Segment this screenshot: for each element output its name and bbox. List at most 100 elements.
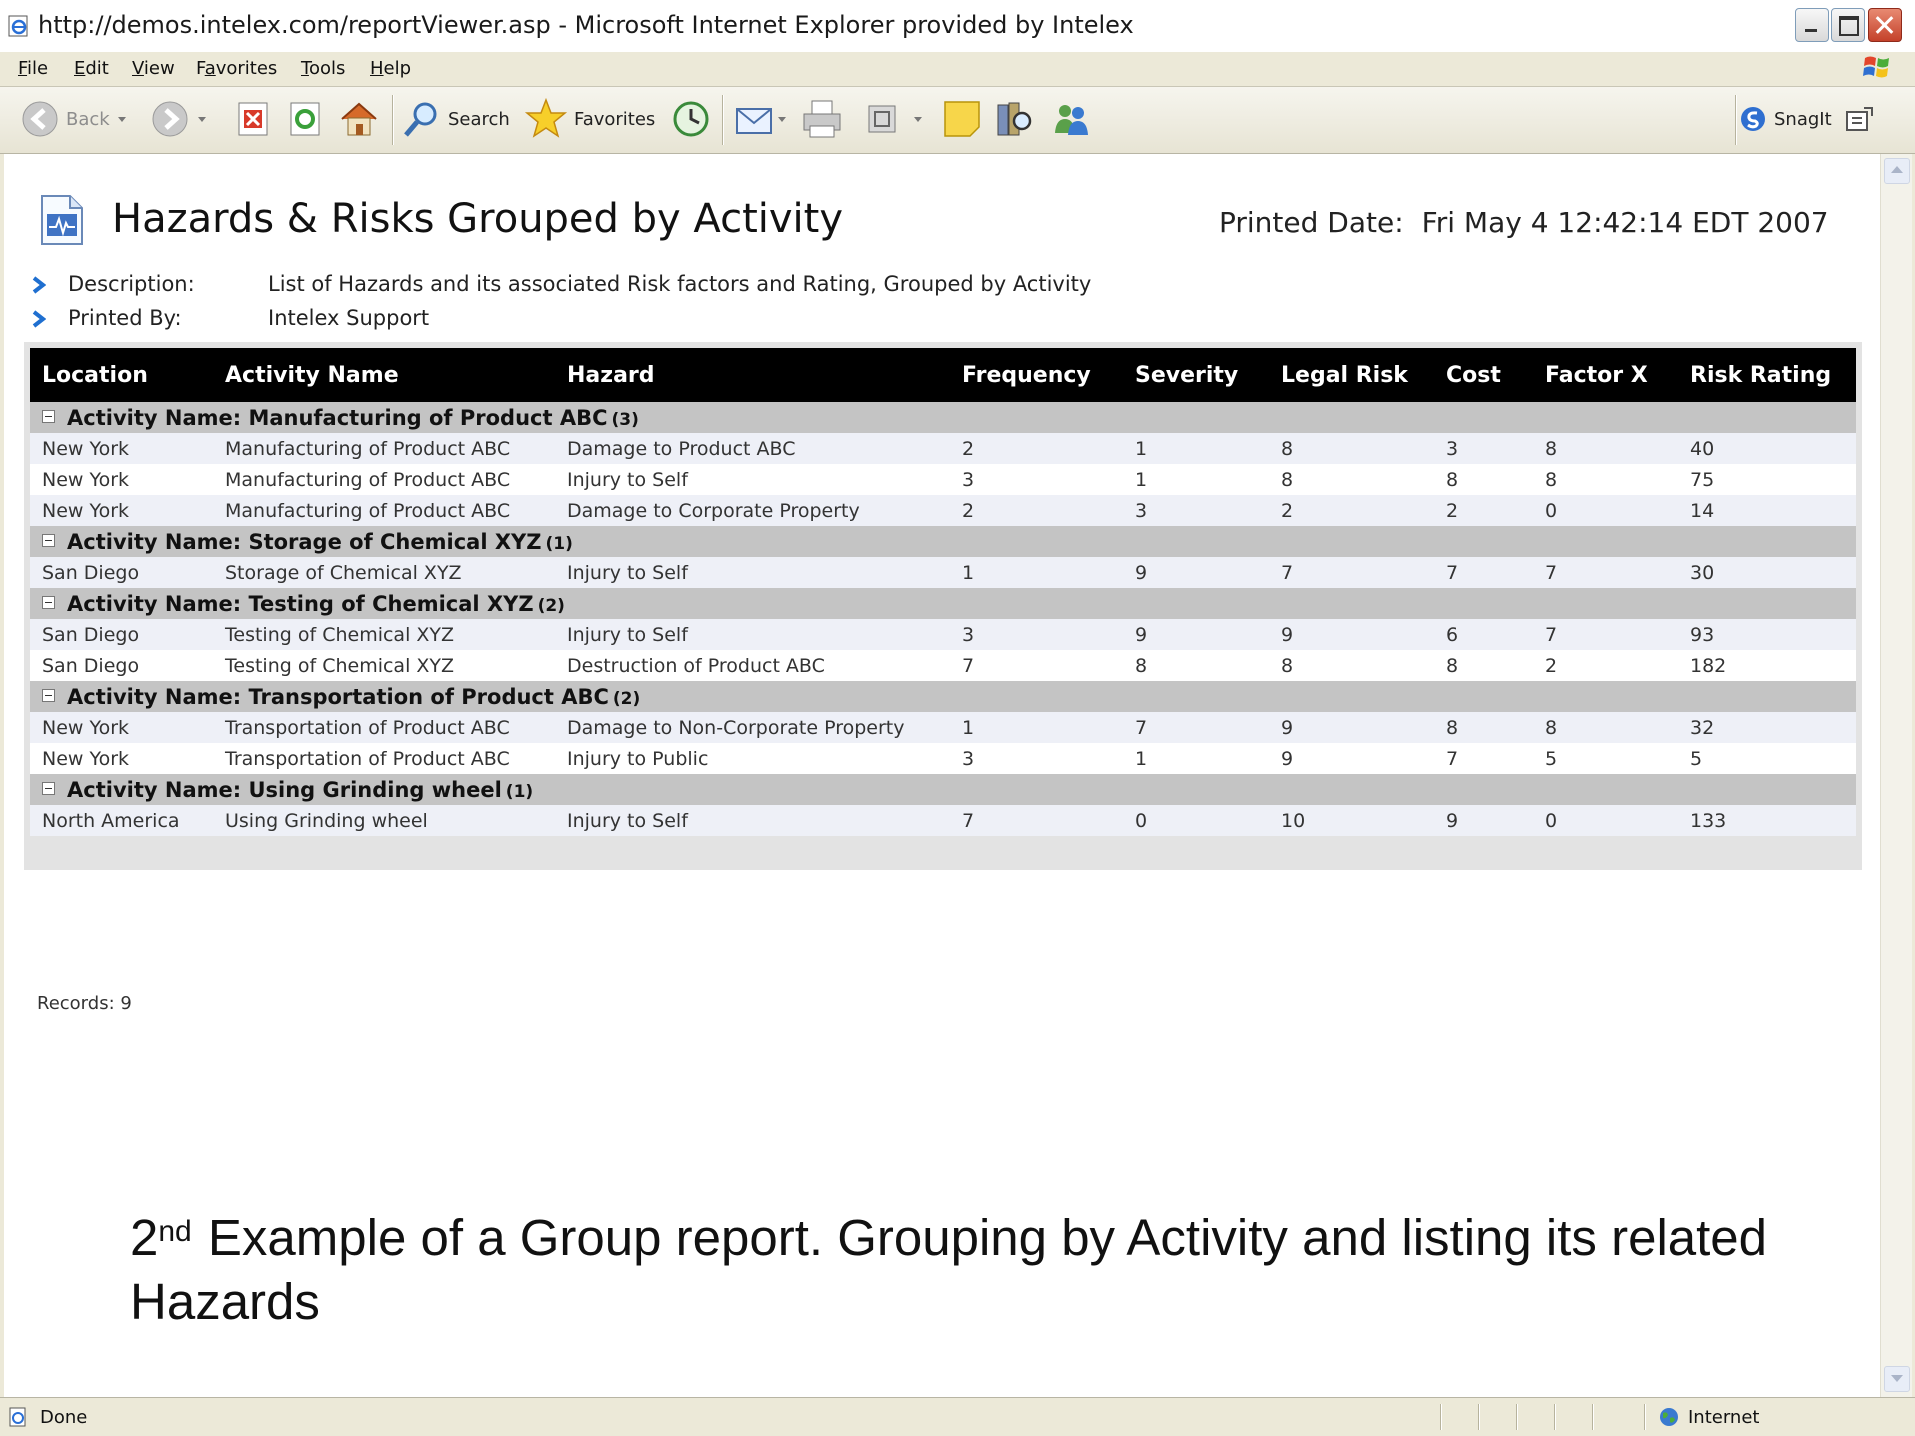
group-label: Activity Name: Testing of Chemical XYZ — [67, 591, 534, 616]
table-cell: 6 — [1434, 619, 1533, 650]
sticky-note-icon — [944, 101, 980, 137]
collapse-toggle-icon[interactable] — [42, 689, 55, 702]
maximize-button[interactable] — [1831, 8, 1865, 42]
table-row: San Diego Testing of Chemical XYZ Destruct… — [30, 650, 1856, 681]
menu-tools[interactable]: Tools — [301, 58, 345, 79]
table-cell: 75 — [1678, 464, 1856, 495]
table-cell: 1 — [950, 712, 1123, 743]
description-label: Description: — [68, 272, 195, 296]
status-divider — [1440, 1404, 1441, 1430]
column-header[interactable]: Activity Name — [213, 348, 555, 402]
table-cell: Damage to Non-Corporate Property — [555, 712, 950, 743]
search-button[interactable]: Search — [402, 97, 510, 141]
refresh-button[interactable] — [288, 97, 322, 141]
printed-date-value: Fri May 4 12:42:14 EDT 2007 — [1421, 206, 1829, 239]
table-cell: Destruction of Product ABC — [555, 650, 950, 681]
search-icon — [404, 102, 437, 137]
table-cell: Injury to Public — [555, 743, 950, 774]
caption-number: 2 — [130, 1209, 159, 1266]
table-cell: 9 — [1123, 619, 1269, 650]
collapse-toggle-icon[interactable] — [42, 410, 55, 423]
chevron-down-icon — [914, 116, 922, 122]
research-button[interactable] — [994, 97, 1034, 141]
status-divider — [1554, 1404, 1555, 1430]
menu-file[interactable]: File — [18, 58, 48, 79]
minimize-button[interactable] — [1795, 8, 1829, 42]
scroll-down-arrow[interactable] — [1884, 1366, 1910, 1392]
history-button[interactable] — [670, 97, 712, 141]
stop-button[interactable] — [236, 97, 270, 141]
scroll-up-arrow[interactable] — [1884, 158, 1910, 184]
star-icon — [524, 97, 568, 138]
table-cell: New York — [30, 743, 213, 774]
table-cell: 8 — [1269, 464, 1434, 495]
page-content: Hazards & Risks Grouped by Activity Prin… — [4, 154, 1880, 1397]
menu-favorites[interactable]: Favorites — [196, 58, 277, 79]
table-cell: New York — [30, 495, 213, 526]
column-header[interactable]: Risk Rating — [1678, 348, 1856, 402]
table-cell: 8 — [1533, 464, 1678, 495]
snagit-button[interactable]: SnagIt — [1738, 97, 1832, 141]
collapse-toggle-icon[interactable] — [42, 534, 55, 547]
caption-text: Example of a Group report. Grouping by A… — [130, 1209, 1768, 1330]
mail-button[interactable] — [734, 97, 786, 141]
report-icon — [41, 195, 83, 245]
notes-button[interactable] — [942, 97, 982, 141]
menu-edit[interactable]: Edit — [74, 58, 109, 79]
table-cell: North America — [30, 805, 213, 836]
column-header[interactable]: Severity — [1123, 348, 1269, 402]
collapse-toggle-icon[interactable] — [42, 782, 55, 795]
column-header[interactable]: Location — [30, 348, 213, 402]
toolbar-separator — [722, 95, 723, 145]
column-header[interactable]: Cost — [1434, 348, 1533, 402]
group-header: Activity Name: Using Grinding wheel (1) — [30, 774, 1856, 805]
close-button[interactable] — [1868, 8, 1902, 42]
table-cell: San Diego — [30, 650, 213, 681]
menu-help[interactable]: Help — [370, 58, 411, 79]
table-cell: 8 — [1269, 433, 1434, 464]
table-cell: Transportation of Product ABC — [213, 743, 555, 774]
group-header: Activity Name: Transportation of Product… — [30, 681, 1856, 712]
column-header[interactable]: Frequency — [950, 348, 1123, 402]
messenger-button[interactable] — [1050, 97, 1092, 141]
mail-icon — [736, 108, 772, 134]
table-cell: Injury to Self — [555, 464, 950, 495]
table-cell: Injury to Self — [555, 557, 950, 588]
table-cell: 2 — [950, 433, 1123, 464]
table-cell: 5 — [1678, 743, 1856, 774]
print-button[interactable] — [800, 97, 844, 141]
edit-page-button[interactable] — [866, 97, 922, 141]
column-header[interactable]: Factor X — [1533, 348, 1678, 402]
table-cell: 2 — [1533, 650, 1678, 681]
table-cell: 133 — [1678, 805, 1856, 836]
table-cell: 14 — [1678, 495, 1856, 526]
status-text: Done — [40, 1407, 88, 1428]
records-count: Records: 9 — [37, 993, 132, 1014]
table-cell: 32 — [1678, 712, 1856, 743]
home-button[interactable] — [338, 97, 380, 141]
table-cell: New York — [30, 464, 213, 495]
collapse-toggle-icon[interactable] — [42, 596, 55, 609]
chevron-down-icon — [117, 116, 126, 122]
table-cell: 0 — [1123, 805, 1269, 836]
favorites-button[interactable]: Favorites — [524, 97, 655, 141]
group-row: Activity Name: Testing of Chemical XYZ (2… — [30, 588, 1856, 619]
column-header[interactable]: Hazard — [555, 348, 950, 402]
column-header[interactable]: Legal Risk — [1269, 348, 1434, 402]
table-cell: San Diego — [30, 557, 213, 588]
windows-logo-icon — [1863, 56, 1889, 78]
table-cell: 2 — [1269, 495, 1434, 526]
vertical-scrollbar[interactable] — [1880, 154, 1912, 1397]
back-button[interactable]: Back — [20, 97, 126, 141]
menu-view[interactable]: View — [132, 58, 175, 79]
page-edit-icon — [868, 105, 896, 133]
table-row: San Diego Storage of Chemical XYZ Injury t… — [30, 557, 1856, 588]
security-zone[interactable]: Internet — [1658, 1406, 1759, 1428]
group-label: Activity Name: Manufacturing of Product … — [67, 405, 608, 430]
forward-button[interactable] — [150, 97, 206, 141]
group-count: (2) — [612, 688, 641, 709]
report-table-container: Location Activity Name Hazard Frequency Seve… — [24, 342, 1862, 870]
chevron-down-icon — [198, 116, 206, 122]
snagit-capture-button[interactable] — [1844, 97, 1876, 141]
chevron-right-icon — [32, 310, 46, 328]
